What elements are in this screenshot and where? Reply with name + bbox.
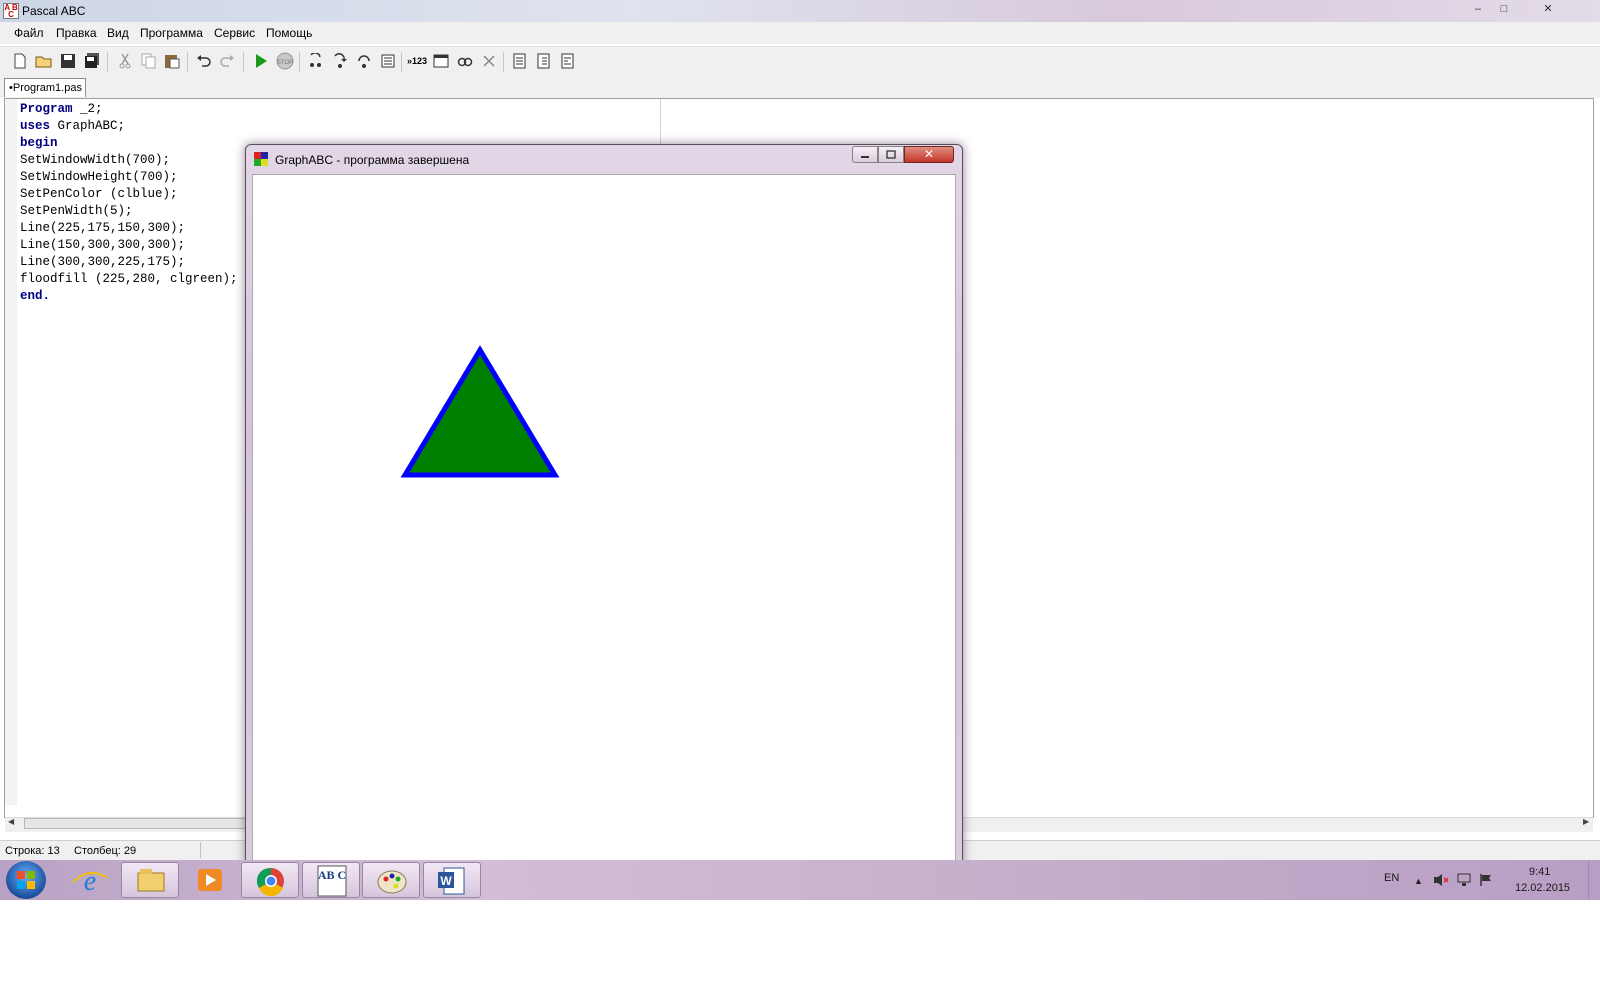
svg-text:W: W <box>440 874 452 888</box>
network-icon[interactable] <box>1456 873 1472 890</box>
redo-icon[interactable] <box>218 52 236 70</box>
code-line: begin <box>20 136 58 150</box>
code-keyword: uses <box>20 119 58 133</box>
code-line: uses GraphABC; <box>20 118 238 135</box>
code-line: SetPenColor (clblue); <box>20 187 178 201</box>
close-button[interactable]: ✕ <box>1528 1 1568 17</box>
open-folder-icon[interactable] <box>35 52 53 70</box>
code-line: Line(300,300,225,175); <box>20 255 186 269</box>
cut-icon[interactable] <box>116 52 134 70</box>
copy-icon[interactable] <box>140 52 158 70</box>
step-into-icon[interactable] <box>307 52 325 70</box>
step-over-icon[interactable] <box>331 52 349 70</box>
undo-icon[interactable] <box>195 52 213 70</box>
code-text: _2; <box>80 102 103 116</box>
scrollbar-thumb[interactable] <box>24 818 254 829</box>
code-text: GraphABC; <box>57 119 126 133</box>
chrome-icon[interactable] <box>241 862 299 898</box>
save-icon[interactable] <box>59 52 77 70</box>
toolbar-separator <box>187 52 188 72</box>
graphabc-maximize-button[interactable] <box>878 146 904 163</box>
format-code-icon[interactable] <box>510 52 528 70</box>
menu-help[interactable]: Помощь <box>266 26 312 40</box>
clock-date[interactable]: 12.02.2015 <box>1515 882 1570 894</box>
volume-muted-icon[interactable] <box>1433 873 1449 890</box>
paint-icon[interactable] <box>362 862 420 898</box>
minimize-button[interactable]: – <box>1466 1 1490 17</box>
code-lines[interactable]: Program _2; uses GraphABC; begin SetWind… <box>20 101 238 305</box>
paste-icon[interactable] <box>163 52 181 70</box>
green-triangle <box>400 345 560 478</box>
internet-explorer-icon[interactable]: e <box>61 862 119 898</box>
clear-icon[interactable] <box>480 52 498 70</box>
output-123-icon[interactable]: »123 <box>407 52 427 70</box>
toolbar-separator <box>243 52 244 72</box>
svg-text:e: e <box>84 866 96 897</box>
graphabc-canvas <box>252 174 956 861</box>
stop-icon[interactable]: STOP <box>276 52 294 70</box>
window-title: Pascal ABC <box>22 4 86 18</box>
tab-program1[interactable]: •Program1.pas <box>4 78 86 97</box>
toolbar-separator <box>401 52 402 72</box>
toolbar-separator <box>503 52 504 72</box>
svg-text:AB C: AB C <box>318 868 346 882</box>
status-divider <box>200 842 201 858</box>
toolbar-separator <box>299 52 300 72</box>
clock-time[interactable]: 9:41 <box>1529 866 1550 878</box>
step-out-icon[interactable] <box>355 52 373 70</box>
new-file-icon[interactable] <box>11 52 29 70</box>
scroll-left-icon[interactable]: ◀ <box>8 817 14 826</box>
action-center-flag-icon[interactable] <box>1479 873 1493 890</box>
tray-expand-icon[interactable]: ▲ <box>1414 876 1423 886</box>
file-explorer-icon[interactable] <box>121 862 179 898</box>
code-line: end. <box>20 289 51 303</box>
media-player-icon[interactable] <box>181 862 239 898</box>
maximize-button[interactable]: □ <box>1492 1 1516 17</box>
pascal-app-icon: A BC <box>3 3 19 19</box>
tab-strip <box>0 76 1600 98</box>
watch-icon[interactable] <box>456 52 474 70</box>
svg-text:STOP: STOP <box>277 60 293 66</box>
taskbar <box>0 860 1600 900</box>
code-line: SetPenWidth(5); <box>20 204 133 218</box>
code-line: floodfill (225,280, clgreen); <box>20 272 238 286</box>
graphabc-window-title: GraphABC - программа завершена <box>275 153 470 167</box>
editor-gutter <box>5 99 17 805</box>
indent-icon[interactable] <box>534 52 552 70</box>
menu-service[interactable]: Сервис <box>214 26 255 40</box>
title-bar <box>0 0 1600 22</box>
menu-file[interactable]: Файл <box>14 26 44 40</box>
show-desktop-button[interactable] <box>1588 860 1599 900</box>
menu-edit[interactable]: Правка <box>56 26 97 40</box>
code-line: Program _2; <box>20 101 238 118</box>
drawing-surface <box>400 345 560 478</box>
start-button[interactable] <box>6 861 46 899</box>
toolbar-separator <box>107 52 108 72</box>
status-column: Столбец: 29 <box>74 845 137 857</box>
compile-icon[interactable] <box>558 52 576 70</box>
run-icon[interactable] <box>252 52 270 70</box>
menu-program[interactable]: Программа <box>140 26 203 40</box>
save-all-icon[interactable] <box>83 52 101 70</box>
breakpoint-icon[interactable] <box>379 52 397 70</box>
status-row: Строка: 13 <box>5 845 60 857</box>
window-icon[interactable] <box>432 52 450 70</box>
code-line: Line(150,300,300,300); <box>20 238 186 252</box>
code-keyword: Program <box>20 102 81 116</box>
menu-view[interactable]: Вид <box>107 26 129 40</box>
language-indicator[interactable]: EN <box>1384 872 1399 884</box>
graphabc-close-button[interactable]: ✕ <box>904 146 954 163</box>
toolbar <box>0 46 1600 77</box>
graphabc-app-icon <box>254 152 268 166</box>
scroll-right-icon[interactable]: ▶ <box>1583 817 1589 826</box>
code-line: Line(225,175,150,300); <box>20 221 186 235</box>
graphabc-minimize-button[interactable] <box>852 146 878 163</box>
word-icon[interactable]: W <box>423 862 481 898</box>
pascal-abc-icon[interactable]: AB C <box>302 862 360 898</box>
code-line: SetWindowWidth(700); <box>20 153 171 167</box>
code-line: SetWindowHeight(700); <box>20 170 178 184</box>
